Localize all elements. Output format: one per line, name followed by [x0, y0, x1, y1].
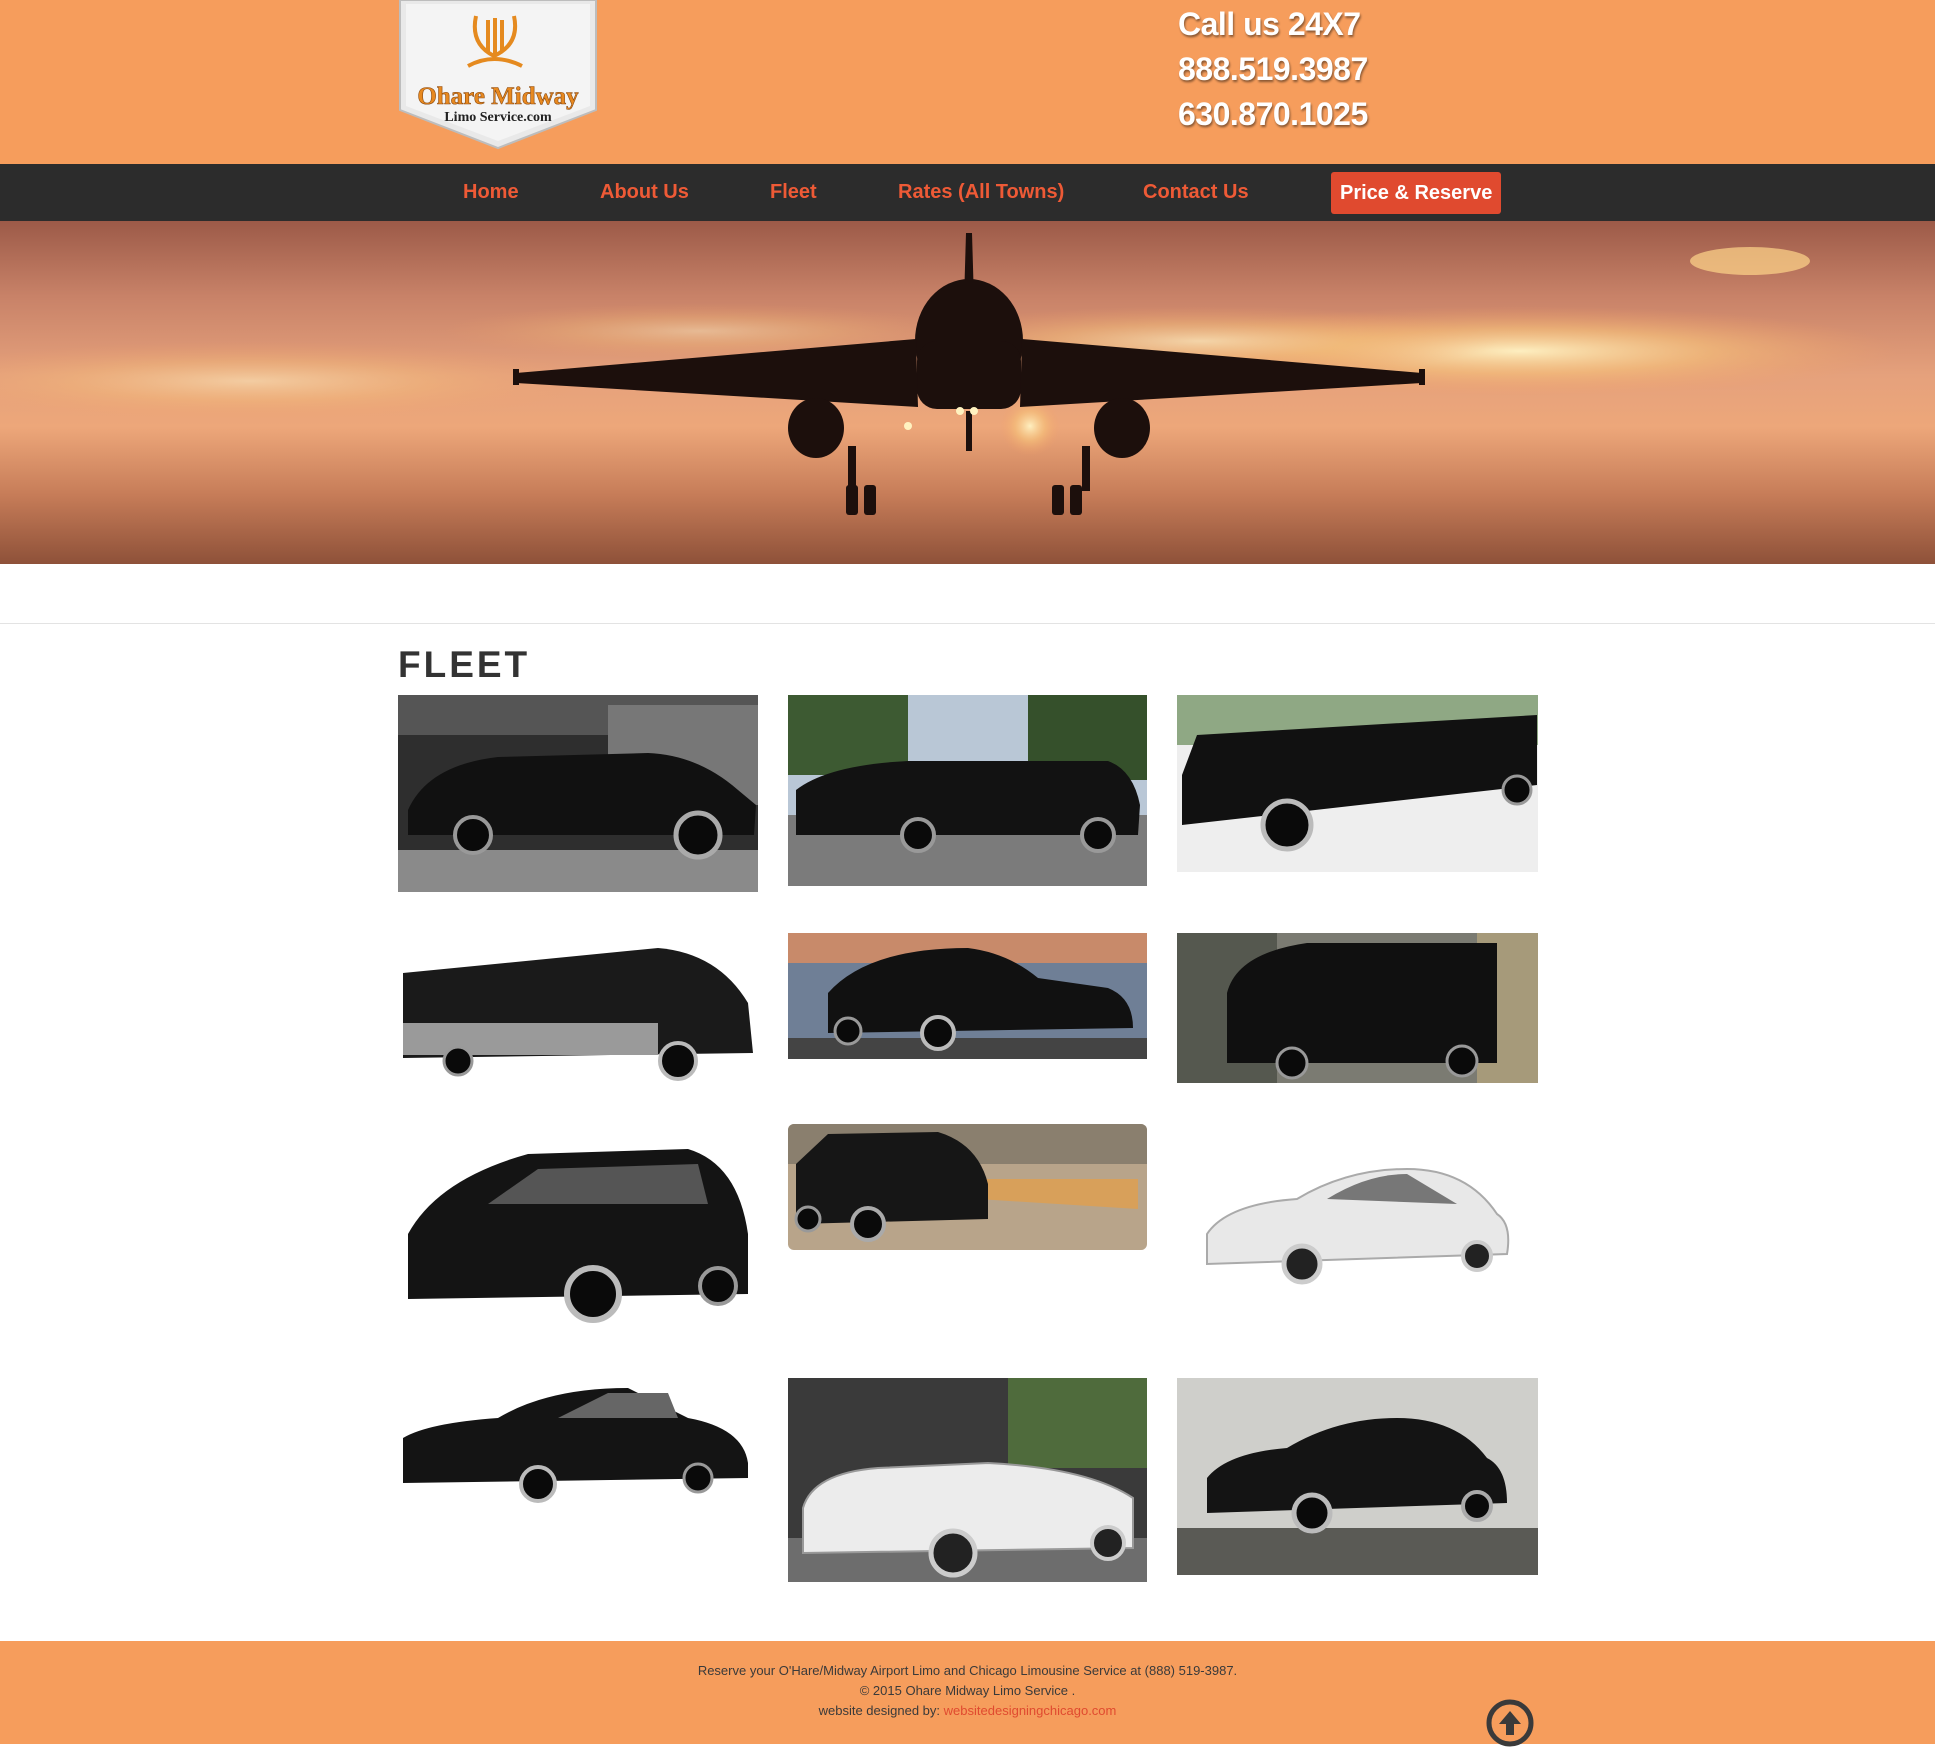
- vehicle-photo-5[interactable]: [788, 933, 1147, 1059]
- nav-rates[interactable]: Rates (All Towns): [898, 164, 1064, 221]
- phone-number-2[interactable]: 630.870.1025: [1178, 92, 1368, 137]
- vehicle-photo-12[interactable]: [1177, 1378, 1538, 1575]
- vehicle-photo-6[interactable]: [1177, 933, 1538, 1083]
- black-lincoln-town-car-image: [398, 1378, 758, 1513]
- svg-text:Ohare Midway: Ohare Midway: [417, 83, 579, 110]
- airplane-silhouette: [513, 233, 1425, 515]
- vehicle-photo-8[interactable]: [788, 1124, 1147, 1250]
- nav-home[interactable]: Home: [463, 164, 519, 221]
- black-party-bus-image: [398, 943, 758, 1083]
- black-escalade-suv-jet-image: [788, 1124, 1147, 1250]
- hero-banner: [0, 221, 1935, 564]
- black-sprinter-van-image: [1177, 933, 1538, 1083]
- footer-copyright: © 2015 Ohare Midway Limo Service .: [859, 1683, 1076, 1698]
- vehicle-photo-7[interactable]: [398, 1124, 758, 1359]
- airplane-sunset-image: [0, 233, 1900, 515]
- black-stretch-limousine-garage-image: [398, 695, 758, 892]
- footer-credit-label: website designed by:: [818, 1703, 941, 1718]
- footer-credit: website designed by: websitedesigningchi…: [0, 1703, 1935, 1718]
- svg-text:Limo Service.com: Limo Service.com: [444, 110, 552, 125]
- nav-fleet[interactable]: Fleet: [770, 164, 817, 221]
- vehicle-photo-11[interactable]: [788, 1378, 1147, 1582]
- black-minivan-image: [398, 1124, 758, 1359]
- call-label: Call us 24X7: [1178, 6, 1361, 42]
- contact-phones: Call us 24X7 888.519.3987 630.870.1025: [1178, 2, 1368, 137]
- section-divider: [0, 623, 1935, 624]
- main-nav: Home About Us Fleet Rates (All Towns) Co…: [0, 164, 1935, 221]
- scroll-to-top-icon[interactable]: [1486, 1699, 1534, 1747]
- vehicle-photo-10[interactable]: [398, 1378, 758, 1513]
- vehicle-photo-2[interactable]: [788, 695, 1147, 886]
- fleet-heading: FLEET: [398, 644, 531, 685]
- vehicle-photo-9[interactable]: [1177, 1124, 1538, 1334]
- black-hummer-stretch-limousine-image: [1177, 695, 1538, 872]
- black-lincoln-sedan-waterfront-image: [788, 933, 1147, 1059]
- site-header: Ohare Midway Limo Service.com Call us 24…: [0, 0, 1935, 164]
- footer-reserve-text: Reserve your O'Hare/Midway Airport Limo …: [697, 1663, 1238, 1678]
- white-mercedes-sedan-image: [1177, 1124, 1538, 1334]
- phone-number-1[interactable]: 888.519.3987: [1178, 47, 1368, 92]
- designer-link[interactable]: websitedesigningchicago.com: [944, 1703, 1117, 1718]
- nav-contact-us[interactable]: Contact Us: [1143, 164, 1249, 221]
- vehicle-photo-1[interactable]: [398, 695, 758, 892]
- vehicle-photo-4[interactable]: [398, 943, 758, 1083]
- vehicle-photo-3[interactable]: [1177, 695, 1538, 872]
- black-mercedes-sedan-image: [1177, 1378, 1538, 1575]
- white-rolls-royce-convertible-image: [788, 1378, 1147, 1582]
- site-footer: Reserve your O'Hare/Midway Airport Limo …: [0, 1641, 1935, 1744]
- nav-about-us[interactable]: About Us: [600, 164, 689, 221]
- site-logo[interactable]: Ohare Midway Limo Service.com: [398, 0, 598, 150]
- price-reserve-button[interactable]: Price & Reserve: [1331, 172, 1502, 214]
- black-stretch-limousine-trees-image: [788, 695, 1147, 886]
